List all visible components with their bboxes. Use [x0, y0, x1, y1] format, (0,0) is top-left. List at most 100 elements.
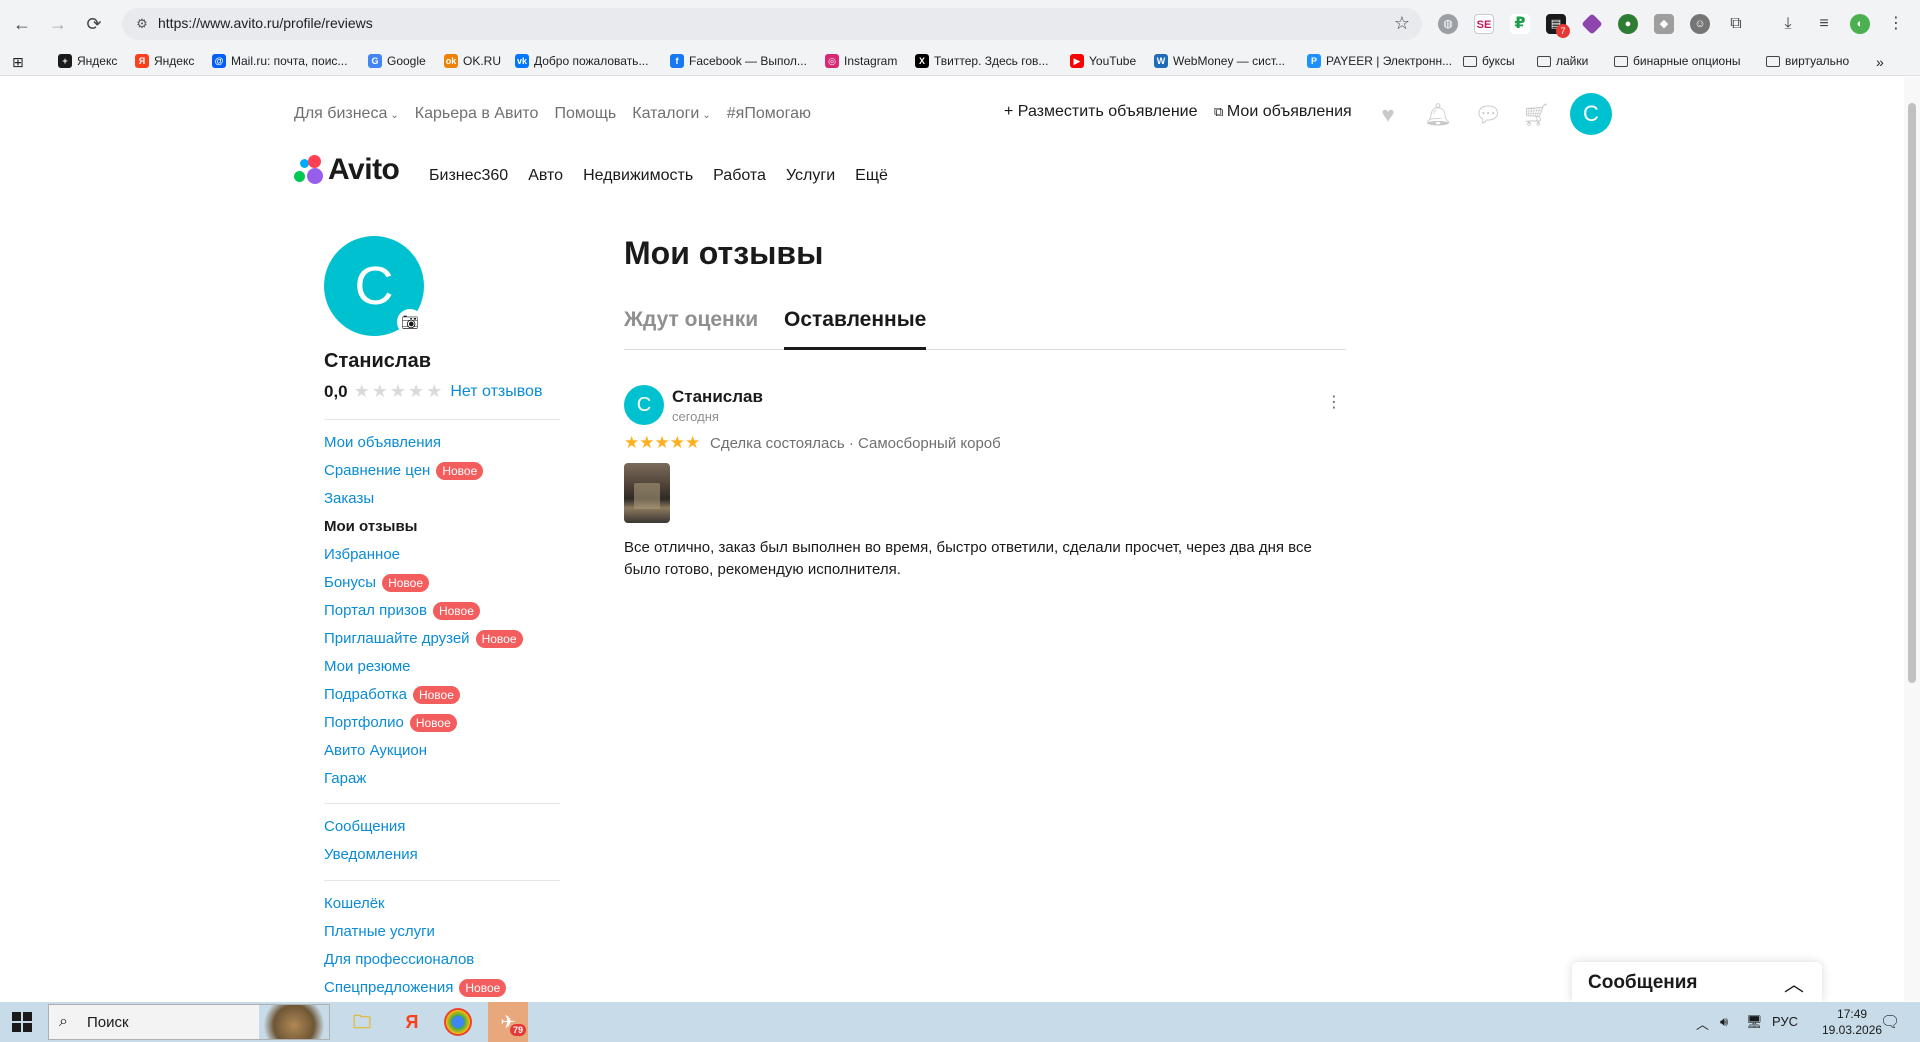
gem-extension-icon[interactable] — [1581, 13, 1603, 35]
sidebar-item[interactable]: Спецпредложения Новое — [324, 974, 507, 1001]
globe-extension-icon[interactable]: ◍ — [1438, 14, 1458, 34]
bookmark-item[interactable]: G Google — [368, 54, 426, 68]
sidebar-item[interactable]: Сообщения — [324, 813, 418, 841]
forward-arrow-icon[interactable]: → — [46, 12, 70, 36]
category-realty[interactable]: Недвижимость — [583, 167, 693, 185]
sidebar-item[interactable]: Мои отзывы — [324, 513, 523, 541]
topnav-help[interactable]: Помощь — [554, 105, 616, 123]
profile-icon[interactable]: ◐ — [1850, 14, 1870, 34]
sidebar-item[interactable]: Портфолио Новое — [324, 709, 523, 737]
address-bar[interactable]: ⚙ https://www.avito.ru/profile/reviews ☆ — [122, 8, 1422, 40]
sidebar-item[interactable]: Мои резюме — [324, 653, 523, 681]
post-ad-button[interactable]: + Разместить объявление — [1004, 103, 1198, 121]
sidebar-item[interactable]: Для профессионалов — [324, 946, 506, 974]
topnav-ihelp[interactable]: #яПомогаю — [727, 105, 811, 123]
camera-icon[interactable]: 📷︎ — [397, 309, 423, 335]
bookmark-item[interactable]: виртуально — [1766, 54, 1849, 68]
ghost-extension-icon[interactable]: ☺ — [1690, 14, 1710, 34]
topnav-career[interactable]: Карьера в Авито — [415, 105, 539, 123]
back-arrow-icon[interactable]: ← — [10, 12, 34, 36]
sidebar-item[interactable]: Избранное — [324, 541, 523, 569]
page-scrollbar[interactable] — [1904, 77, 1920, 1001]
green-extension-icon[interactable]: ● — [1618, 14, 1638, 34]
se-extension-icon[interactable]: SE — [1474, 14, 1494, 34]
bookmark-item[interactable]: ▶ YouTube — [1070, 54, 1136, 68]
sidebar-item[interactable]: Гараж — [324, 765, 523, 793]
category-more[interactable]: Ещё — [855, 167, 888, 185]
category-business360[interactable]: Бизнес360 — [429, 167, 508, 185]
category-jobs[interactable]: Работа — [713, 167, 766, 185]
scrollbar-thumb[interactable] — [1908, 103, 1916, 683]
bookmark-item[interactable]: P PAYEER | Электронн... — [1307, 54, 1452, 68]
no-reviews-link[interactable]: Нет отзывов — [450, 383, 542, 401]
apps-grid-icon[interactable]: ⊞ — [12, 54, 24, 71]
sidebar-item[interactable]: Подработка Новое — [324, 681, 523, 709]
messages-chat-icon[interactable]: 💬︎ — [1474, 101, 1502, 129]
bookmark-label: YouTube — [1089, 54, 1137, 68]
bookmark-item[interactable]: W WebMoney — сист... — [1154, 54, 1285, 68]
volume-icon[interactable]: 🔊︎ — [1720, 1014, 1728, 1030]
favorites-heart-icon[interactable]: ♥ — [1374, 101, 1402, 129]
bookmark-item[interactable]: лайки — [1537, 54, 1588, 68]
sidebar-item[interactable]: Заказы — [324, 485, 523, 513]
chrome-icon[interactable] — [444, 1008, 472, 1036]
cart-icon[interactable]: 🛒︎ — [1522, 101, 1550, 129]
bookmark-item[interactable]: + Яндекс — [58, 54, 117, 68]
chevron-up-icon[interactable]: ︿ — [1784, 968, 1804, 997]
bookmark-item[interactable]: vk Добро пожаловать... — [515, 54, 648, 68]
telegram-icon[interactable]: ✈︎ — [488, 1002, 528, 1042]
my-ads-button[interactable]: ⧉ Мои объявления — [1214, 103, 1352, 121]
header-avatar[interactable]: С — [1570, 93, 1612, 135]
bookmark-item[interactable]: @ Mail.ru: почта, поис... — [212, 54, 347, 68]
more-options-icon[interactable]: ⋮ — [1324, 391, 1344, 415]
browser-menu-icon[interactable]: ⋮ — [1886, 14, 1906, 34]
windows-start-icon[interactable] — [12, 1012, 32, 1032]
topnav-business[interactable]: Для бизнеса ⌄ — [294, 105, 399, 123]
more-bookmarks-icon[interactable]: » — [1876, 54, 1884, 70]
topnav-catalogs[interactable]: Каталоги ⌄ — [632, 105, 711, 123]
media-control-icon[interactable]: ≡ — [1814, 14, 1834, 34]
clock[interactable]: 17:49 19.03.2026 — [1822, 1006, 1882, 1038]
reviewer-avatar[interactable]: С — [624, 385, 664, 425]
avito-logo[interactable]: Avito — [294, 153, 400, 186]
sidebar-item[interactable]: Приглашайте друзей Новое — [324, 625, 523, 653]
sidebar-item[interactable]: Платные услуги — [324, 918, 506, 946]
bookmark-item[interactable]: буксы — [1463, 54, 1515, 68]
network-icon[interactable]: 🖥︎ — [1746, 1014, 1763, 1030]
download-icon[interactable]: ⤓ — [1778, 14, 1798, 34]
reviewer-name[interactable]: Станислав — [672, 387, 763, 407]
ruble-extension-icon[interactable]: ₽ — [1510, 14, 1530, 34]
bookmark-item[interactable]: ok OK.RU — [444, 54, 501, 68]
tab-left[interactable]: Оставленные — [784, 308, 927, 350]
bookmark-item[interactable]: бинарные опционы — [1614, 54, 1740, 68]
sidebar-item[interactable]: Бонусы Новое — [324, 569, 523, 597]
category-services[interactable]: Услуги — [786, 167, 835, 185]
notification-center-icon[interactable]: 🗨︎ — [1880, 1012, 1900, 1032]
review-photo[interactable] — [624, 463, 670, 523]
sidebar-item[interactable]: Сравнение цен Новое — [324, 457, 523, 485]
tray-chevron-up-icon[interactable]: ︿ — [1696, 1014, 1709, 1033]
sidebar-item[interactable]: Мои объявления — [324, 429, 523, 457]
bookmark-item[interactable]: X Твиттер. Здесь гов... — [915, 54, 1048, 68]
bookmark-item[interactable]: f Facebook — Выпол... — [670, 54, 807, 68]
sidebar-item[interactable]: Уведомления — [324, 841, 418, 869]
sidebar-item[interactable]: Портал призов Новое — [324, 597, 523, 625]
notifications-bell-icon[interactable]: 🔔︎ — [1424, 101, 1452, 129]
messages-panel[interactable]: Сообщения ︿ — [1572, 962, 1822, 1002]
category-auto[interactable]: Авто — [528, 167, 563, 185]
url-text[interactable]: https://www.avito.ru/profile/reviews — [158, 15, 373, 31]
tab-awaiting[interactable]: Ждут оценки — [624, 308, 758, 350]
bookmark-item[interactable]: Я Яндекс — [135, 54, 194, 68]
file-explorer-icon[interactable]: 🗀︎ — [346, 1006, 378, 1038]
yandex-browser-icon[interactable]: Я — [396, 1006, 428, 1038]
language-indicator[interactable]: РУС — [1772, 1014, 1798, 1029]
bookmark-star-icon[interactable]: ☆ — [1394, 13, 1410, 34]
puzzle-extension-icon[interactable]: ⧉ — [1726, 14, 1746, 34]
sidebar-item[interactable]: Авито Аукцион — [324, 737, 523, 765]
site-info-icon[interactable]: ⚙ — [132, 14, 152, 34]
bookmark-item[interactable]: ◎ Instagram — [825, 54, 897, 68]
cube-extension-icon[interactable]: ◆ — [1654, 14, 1674, 34]
reload-icon[interactable]: ⟳ — [82, 12, 106, 36]
sidebar-item[interactable]: Кошелёк — [324, 890, 506, 918]
taskbar-search[interactable]: ⌕ Поиск — [48, 1004, 330, 1040]
